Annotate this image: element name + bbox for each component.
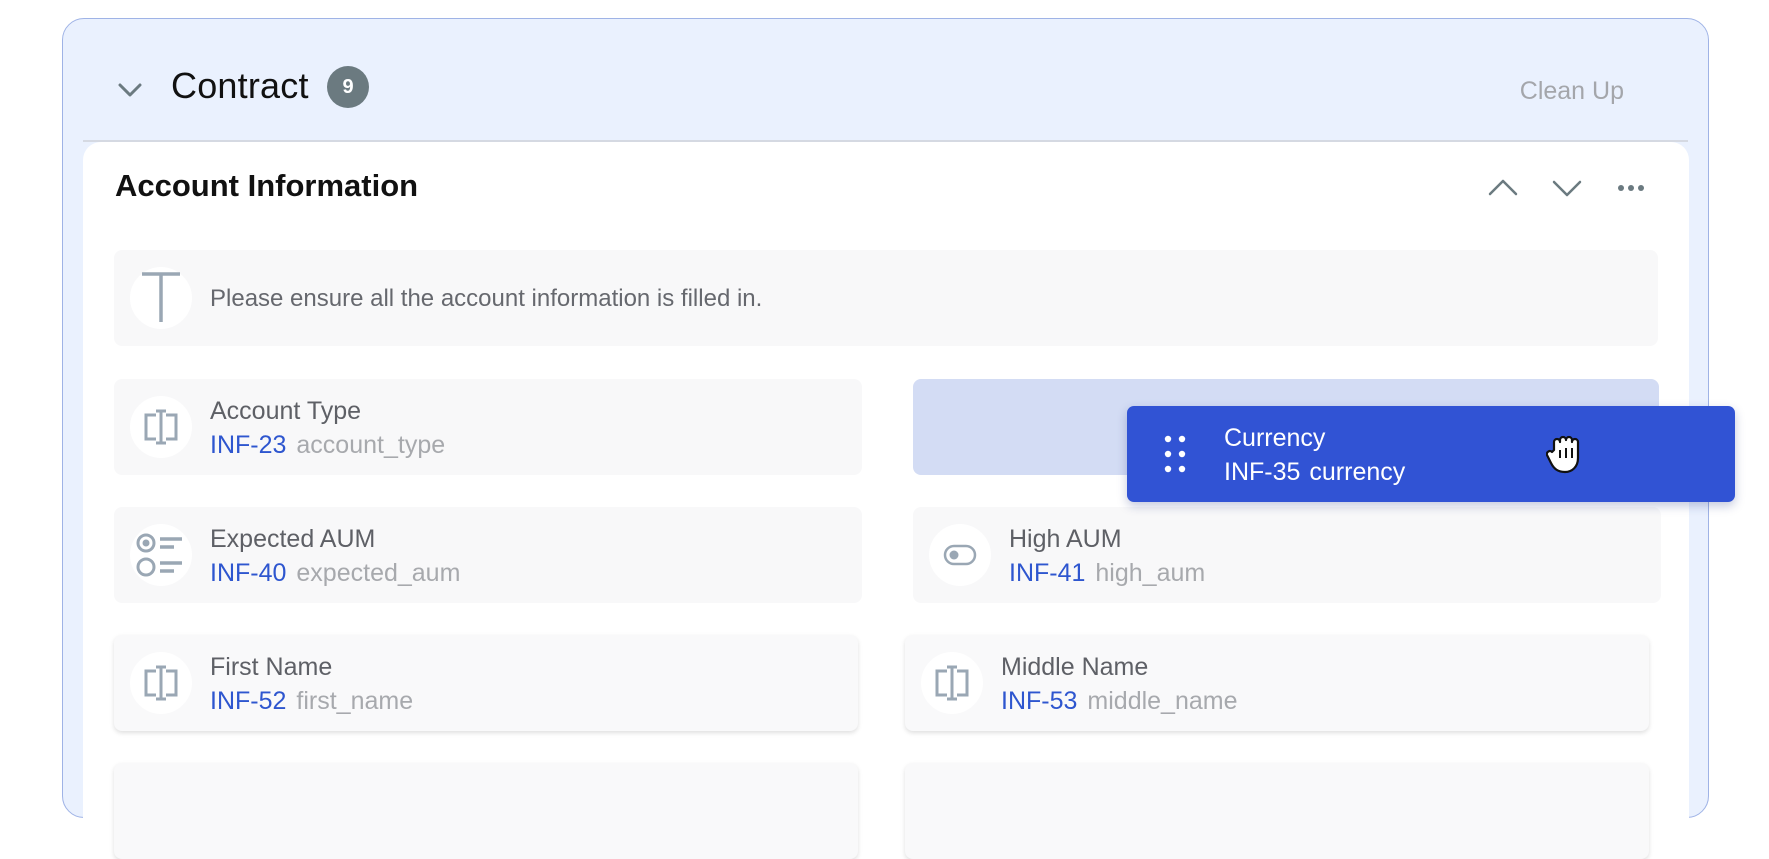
field-meta: INF-41 high_aum [1009, 559, 1205, 588]
field-account-type[interactable]: Account Type INF-23 account_type [114, 379, 862, 475]
field-id: INF-35 [1224, 458, 1301, 486]
toggle-icon [929, 524, 991, 586]
field-id: INF-52 [210, 687, 287, 715]
field-key: middle_name [1087, 687, 1238, 715]
text-field-icon [130, 396, 192, 458]
chevron-down-icon[interactable] [115, 75, 145, 105]
field-label: Account Type [210, 397, 362, 425]
clean-up-button[interactable]: Clean Up [1520, 77, 1624, 106]
field-id: INF-23 [210, 431, 287, 459]
field-id: INF-40 [210, 559, 287, 587]
chevron-up-icon[interactable] [1485, 170, 1521, 206]
field-id: INF-53 [1001, 687, 1078, 715]
field-label: Middle Name [1001, 653, 1149, 681]
field-meta: INF-40 expected_aum [210, 559, 460, 588]
drag-handle-icon[interactable] [1163, 434, 1187, 474]
field-meta: INF-23 account_type [210, 431, 445, 460]
field-expected-aum[interactable]: Expected AUM INF-40 expected_aum [114, 507, 862, 603]
text-icon [130, 267, 192, 329]
field-next-row-left[interactable] [114, 763, 858, 859]
field-label: First Name [210, 653, 333, 681]
note-text: Please ensure all the account informatio… [210, 285, 763, 312]
field-meta: INF-53 middle_name [1001, 687, 1238, 716]
more-options-icon[interactable] [1613, 170, 1649, 206]
card-title: Account Information [115, 168, 419, 203]
field-key: expected_aum [296, 559, 461, 587]
field-next-row-right[interactable] [905, 763, 1649, 859]
text-field-icon [130, 652, 192, 714]
field-key: account_type [296, 431, 446, 459]
field-label: Currency [1224, 424, 1326, 452]
dragging-field-currency[interactable]: Currency INF-35 currency [1127, 406, 1735, 502]
radio-list-icon [130, 524, 192, 586]
section-title: Contract [171, 65, 309, 106]
grab-cursor-icon [1545, 432, 1586, 476]
field-label: Expected AUM [210, 525, 376, 553]
section-header: Contract 9 Clean Up [63, 19, 1708, 141]
field-meta: INF-52 first_name [210, 687, 413, 716]
text-field-icon [921, 652, 983, 714]
field-key: first_name [296, 687, 414, 715]
field-first-name[interactable]: First Name INF-52 first_name [114, 635, 858, 731]
chevron-down-icon[interactable] [1549, 170, 1585, 206]
field-middle-name[interactable]: Middle Name INF-53 middle_name [905, 635, 1649, 731]
field-label: High AUM [1009, 525, 1122, 553]
field-high-aum[interactable]: High AUM INF-41 high_aum [913, 507, 1661, 603]
field-meta: INF-35 currency [1224, 458, 1405, 487]
field-id: INF-41 [1009, 559, 1086, 587]
count-badge: 9 [327, 66, 369, 108]
field-key: currency [1309, 458, 1406, 486]
note-block[interactable]: Please ensure all the account informatio… [114, 250, 1658, 346]
card-actions [1485, 170, 1649, 206]
field-key: high_aum [1095, 559, 1206, 587]
